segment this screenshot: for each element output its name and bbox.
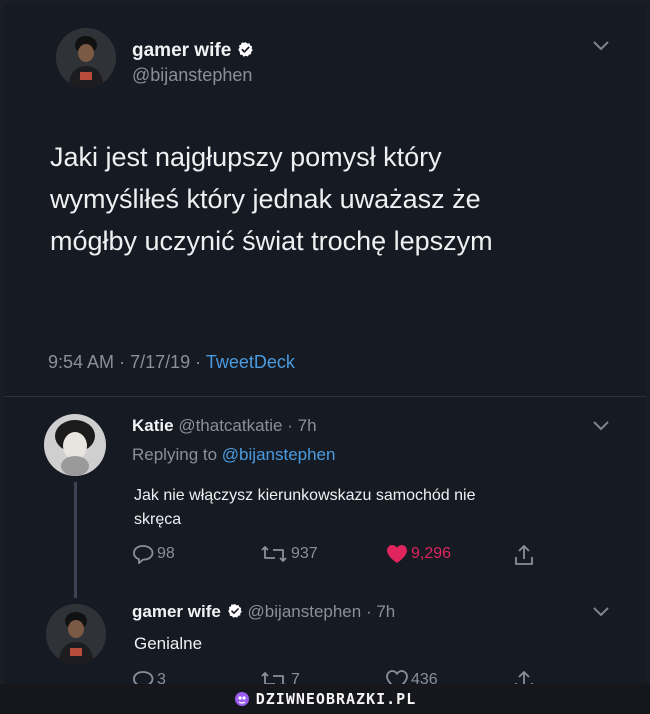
reply-count: 98 — [157, 545, 175, 562]
tweet-meta: 9:54 AM · 7/17/19 · TweetDeck — [48, 352, 295, 373]
display-name[interactable]: gamer wife — [132, 602, 221, 621]
retweet-icon — [261, 546, 287, 562]
reply-age[interactable]: · 7h — [287, 416, 316, 435]
reply-button[interactable]: 3 — [132, 670, 166, 684]
client-link[interactable]: TweetDeck — [206, 352, 295, 372]
reply-button[interactable]: 98 — [132, 544, 175, 564]
share-icon — [515, 671, 533, 684]
retweet-count: 937 — [291, 545, 318, 562]
avatar[interactable] — [44, 414, 106, 476]
reply-header: Katie @thatcatkatie · 7h — [132, 416, 317, 436]
heart-icon — [387, 545, 407, 563]
tweet-date[interactable]: 7/17/19 — [130, 352, 190, 372]
retweet-button[interactable]: 937 — [260, 544, 318, 564]
display-name[interactable]: gamer wife — [132, 40, 231, 61]
like-button[interactable]: 9,296 — [386, 544, 451, 564]
replying-handle[interactable]: @bijanstephen — [222, 445, 336, 464]
handle[interactable]: @bijanstephen — [132, 65, 252, 86]
chevron-down-icon[interactable] — [592, 40, 610, 56]
tweet-time[interactable]: 9:54 AM — [48, 352, 114, 372]
reply-text-line: Jak nie włączysz kierunkowskazu samochód… — [134, 487, 476, 504]
retweet-count: 7 — [291, 671, 300, 684]
retweet-button[interactable]: 7 — [260, 670, 300, 684]
separator: · — [119, 352, 126, 372]
verified-badge-icon — [238, 42, 254, 57]
avatar-image — [44, 414, 106, 476]
like-count: 9,296 — [411, 545, 452, 562]
main-tweet-name-row: gamer wife — [132, 40, 254, 62]
reply-text: Jak nie włączysz kierunkowskazu samochód… — [134, 484, 475, 532]
reply-icon — [133, 545, 154, 564]
reply-text-line: skręca — [134, 511, 182, 528]
chevron-down-icon[interactable] — [592, 606, 610, 622]
tweet-text-line: Jaki jest najgłupszy pomysł który — [50, 142, 442, 172]
handle[interactable]: @bijanstephen — [248, 602, 362, 621]
like-button[interactable]: 436 — [386, 670, 438, 684]
replying-label: Replying to — [132, 445, 218, 464]
reply-age[interactable]: · 7h — [366, 602, 395, 621]
tweet-text-line: mógłby uczynić świat trochę lepszym — [50, 226, 493, 256]
share-button[interactable] — [514, 544, 537, 566]
avatar[interactable] — [56, 28, 116, 88]
site-logo-icon — [234, 692, 249, 706]
handle[interactable]: @thatcatkatie — [178, 416, 282, 435]
reply-icon — [133, 671, 154, 684]
watermark-bar: DZIWNEOBRAZKI.PL — [0, 684, 650, 714]
watermark-text[interactable]: DZIWNEOBRAZKI.PL — [256, 690, 417, 708]
chevron-down-icon[interactable] — [592, 420, 610, 436]
like-count: 436 — [411, 671, 438, 684]
thread-line — [74, 482, 77, 598]
tweet-text-line: wymyśliłeś który jednak uważasz że — [50, 184, 481, 214]
retweet-icon — [261, 672, 286, 684]
divider — [4, 396, 646, 397]
reply-text: Genialne — [134, 634, 203, 653]
display-name[interactable]: Katie — [132, 416, 174, 435]
avatar-image — [56, 28, 116, 88]
separator: · — [195, 352, 202, 372]
heart-icon — [386, 670, 408, 684]
avatar[interactable] — [46, 604, 106, 664]
reply-header: gamer wife @bijanstephen · 7h — [132, 602, 395, 622]
share-button[interactable] — [514, 670, 537, 684]
share-icon — [515, 545, 533, 565]
reply-count: 3 — [157, 671, 166, 684]
verified-badge-icon — [228, 604, 242, 618]
tweet-thread: gamer wife @bijanstephen Jaki jest najgł… — [4, 4, 646, 684]
avatar-image — [46, 604, 106, 664]
replying-to: Replying to @bijanstephen — [132, 445, 335, 465]
tweet-text: Jaki jest najgłupszy pomysł który wymyśl… — [50, 136, 493, 262]
